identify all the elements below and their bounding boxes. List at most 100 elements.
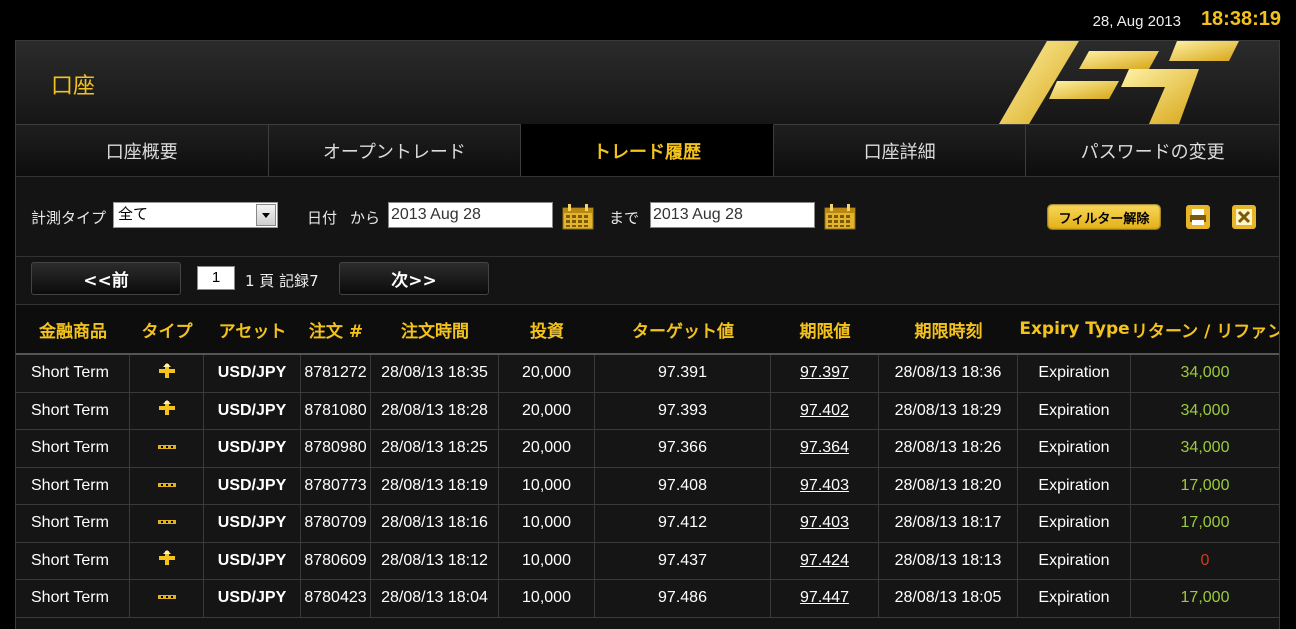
table-row[interactable]: Short Term USD/JPY 8780773 28/08/13 18:19 10… bbox=[16, 467, 1279, 505]
column-header[interactable]: リターン / リファンド bbox=[1131, 317, 1279, 342]
column-header[interactable]: Expiry Type bbox=[1018, 319, 1131, 339]
cell-expiry-type: Expiration bbox=[1018, 392, 1131, 429]
type-label: 計測タイプ bbox=[31, 209, 107, 227]
type-select-value: 全て bbox=[118, 206, 149, 223]
cell-expiry-value[interactable]: 97.364 bbox=[771, 430, 879, 467]
cell-expiry-type: Expiration bbox=[1018, 580, 1131, 617]
date-label: 日付 bbox=[307, 209, 338, 227]
cell-order-time: 28/08/13 18:35 bbox=[371, 355, 499, 392]
cell-instrument: Short Term bbox=[16, 430, 130, 467]
cell-order-time: 28/08/13 18:12 bbox=[371, 542, 499, 579]
cell-expiry-value[interactable]: 97.424 bbox=[771, 542, 879, 579]
to-label: まで bbox=[609, 209, 640, 227]
cell-asset: USD/JPY bbox=[204, 430, 301, 467]
tab-account-details[interactable]: 口座詳細 bbox=[773, 124, 1027, 176]
type-select[interactable]: 全て bbox=[113, 202, 278, 228]
cell-return: 34,000 bbox=[1180, 401, 1230, 419]
call-arrow-icon bbox=[157, 400, 177, 421]
cell-asset: USD/JPY bbox=[204, 542, 301, 579]
cell-expiry-value[interactable]: 97.397 bbox=[771, 355, 879, 392]
cell-expiry-time: 28/08/13 18:05 bbox=[879, 580, 1018, 617]
cell-type bbox=[130, 392, 204, 429]
table-row[interactable]: Short Term USD/JPY 8780423 28/08/13 18:04 10… bbox=[16, 580, 1279, 618]
cell-expiry-value[interactable]: 97.403 bbox=[771, 505, 879, 542]
cell-return: 17,000 bbox=[1180, 589, 1230, 607]
cell-type bbox=[130, 467, 204, 504]
cell-type bbox=[130, 542, 204, 579]
clear-filter-button[interactable]: フィルター解除 bbox=[1047, 204, 1161, 230]
page-number-input[interactable]: 1 bbox=[197, 266, 235, 290]
column-header[interactable]: 注文 # bbox=[301, 317, 371, 342]
cell-asset: USD/JPY bbox=[204, 580, 301, 617]
cell-instrument: Short Term bbox=[16, 542, 130, 579]
next-page-button[interactable]: 次>> bbox=[339, 262, 489, 295]
cell-investment: 10,000 bbox=[499, 580, 595, 617]
cell-expiry-value[interactable]: 97.403 bbox=[771, 467, 879, 504]
cell-expiry-value[interactable]: 97.402 bbox=[771, 392, 879, 429]
cell-target-value: 97.366 bbox=[595, 430, 771, 467]
excel-export-icon[interactable] bbox=[1231, 204, 1257, 230]
calendar-icon[interactable] bbox=[562, 204, 594, 230]
cell-investment: 10,000 bbox=[499, 542, 595, 579]
cell-target-value: 97.412 bbox=[595, 505, 771, 542]
cell-target-value: 97.391 bbox=[595, 355, 771, 392]
put-arrow-icon bbox=[157, 477, 177, 495]
cell-return: 17,000 bbox=[1180, 514, 1230, 532]
column-header[interactable]: 期限時刻 bbox=[879, 317, 1018, 342]
column-header[interactable]: アセット bbox=[204, 317, 301, 342]
table-row[interactable]: Short Term USD/JPY 8780709 28/08/13 18:16 10… bbox=[16, 505, 1279, 543]
cell-return: 34,000 bbox=[1180, 364, 1230, 382]
panel-header: 口座 bbox=[16, 41, 1279, 124]
page-title: 口座 bbox=[51, 74, 96, 99]
column-header[interactable]: タイプ bbox=[130, 317, 204, 342]
cell-order-time: 28/08/13 18:19 bbox=[371, 467, 499, 504]
current-date: 28, Aug 2013 bbox=[1092, 13, 1181, 30]
to-date-input[interactable]: 2013 Aug 28 bbox=[650, 202, 815, 228]
cell-order-number: 8781272 bbox=[301, 355, 371, 392]
from-date-input[interactable]: 2013 Aug 28 bbox=[388, 202, 553, 228]
tab-open-trades[interactable]: オープントレード bbox=[268, 124, 522, 176]
call-arrow-icon bbox=[157, 550, 177, 571]
table-row[interactable]: Short Term USD/JPY 8781080 28/08/13 18:28 20… bbox=[16, 392, 1279, 430]
cell-investment: 10,000 bbox=[499, 505, 595, 542]
cell-expiry-time: 28/08/13 18:13 bbox=[879, 542, 1018, 579]
column-header[interactable]: 注文時間 bbox=[371, 317, 499, 342]
table-header: 金融商品 タイプ アセット 注文 # 注文時間 投資 ターゲット値 期限値 期限… bbox=[16, 304, 1279, 355]
column-header[interactable]: 金融商品 bbox=[16, 317, 130, 342]
cell-order-number: 8780423 bbox=[301, 580, 371, 617]
column-header[interactable]: ターゲット値 bbox=[595, 317, 771, 342]
cell-instrument: Short Term bbox=[16, 505, 130, 542]
cell-instrument: Short Term bbox=[16, 355, 130, 392]
cell-investment: 10,000 bbox=[499, 467, 595, 504]
table-row[interactable]: Short Term USD/JPY 8780980 28/08/13 18:25 20… bbox=[16, 430, 1279, 468]
cell-expiry-time: 28/08/13 18:20 bbox=[879, 467, 1018, 504]
cell-instrument: Short Term bbox=[16, 467, 130, 504]
cell-expiry-value[interactable]: 97.447 bbox=[771, 580, 879, 617]
tab-bar: 口座概要 オープントレード トレード履歴 口座詳細 パスワードの変更 bbox=[16, 124, 1279, 176]
cell-target-value: 97.393 bbox=[595, 392, 771, 429]
table-row[interactable]: Short Term USD/JPY 8780609 28/08/13 18:12 10… bbox=[16, 542, 1279, 580]
top-bar: 28, Aug 2013 18:38:19 bbox=[0, 0, 1296, 40]
column-header[interactable]: 投資 bbox=[499, 317, 595, 342]
cell-order-number: 8780773 bbox=[301, 467, 371, 504]
cell-expiry-time: 28/08/13 18:29 bbox=[879, 392, 1018, 429]
put-arrow-icon bbox=[157, 439, 177, 457]
calendar-icon[interactable] bbox=[824, 204, 856, 230]
cell-order-number: 8780709 bbox=[301, 505, 371, 542]
cell-type bbox=[130, 430, 204, 467]
column-header[interactable]: 期限値 bbox=[771, 317, 879, 342]
chevron-down-icon[interactable] bbox=[256, 204, 276, 226]
cell-order-time: 28/08/13 18:28 bbox=[371, 392, 499, 429]
prev-page-button[interactable]: <<前 bbox=[31, 262, 181, 295]
cell-type bbox=[130, 580, 204, 617]
tab-account-summary[interactable]: 口座概要 bbox=[16, 124, 269, 176]
tab-change-password[interactable]: パスワードの変更 bbox=[1026, 124, 1279, 176]
tab-trade-history[interactable]: トレード履歴 bbox=[521, 124, 774, 176]
cell-expiry-type: Expiration bbox=[1018, 430, 1131, 467]
table-row[interactable]: Short Term USD/JPY 8781272 28/08/13 18:35 20… bbox=[16, 355, 1279, 393]
cell-expiry-type: Expiration bbox=[1018, 505, 1131, 542]
cell-return: 0 bbox=[1200, 551, 1210, 569]
print-icon[interactable] bbox=[1185, 204, 1211, 230]
cell-order-number: 8780609 bbox=[301, 542, 371, 579]
put-arrow-icon bbox=[157, 514, 177, 532]
